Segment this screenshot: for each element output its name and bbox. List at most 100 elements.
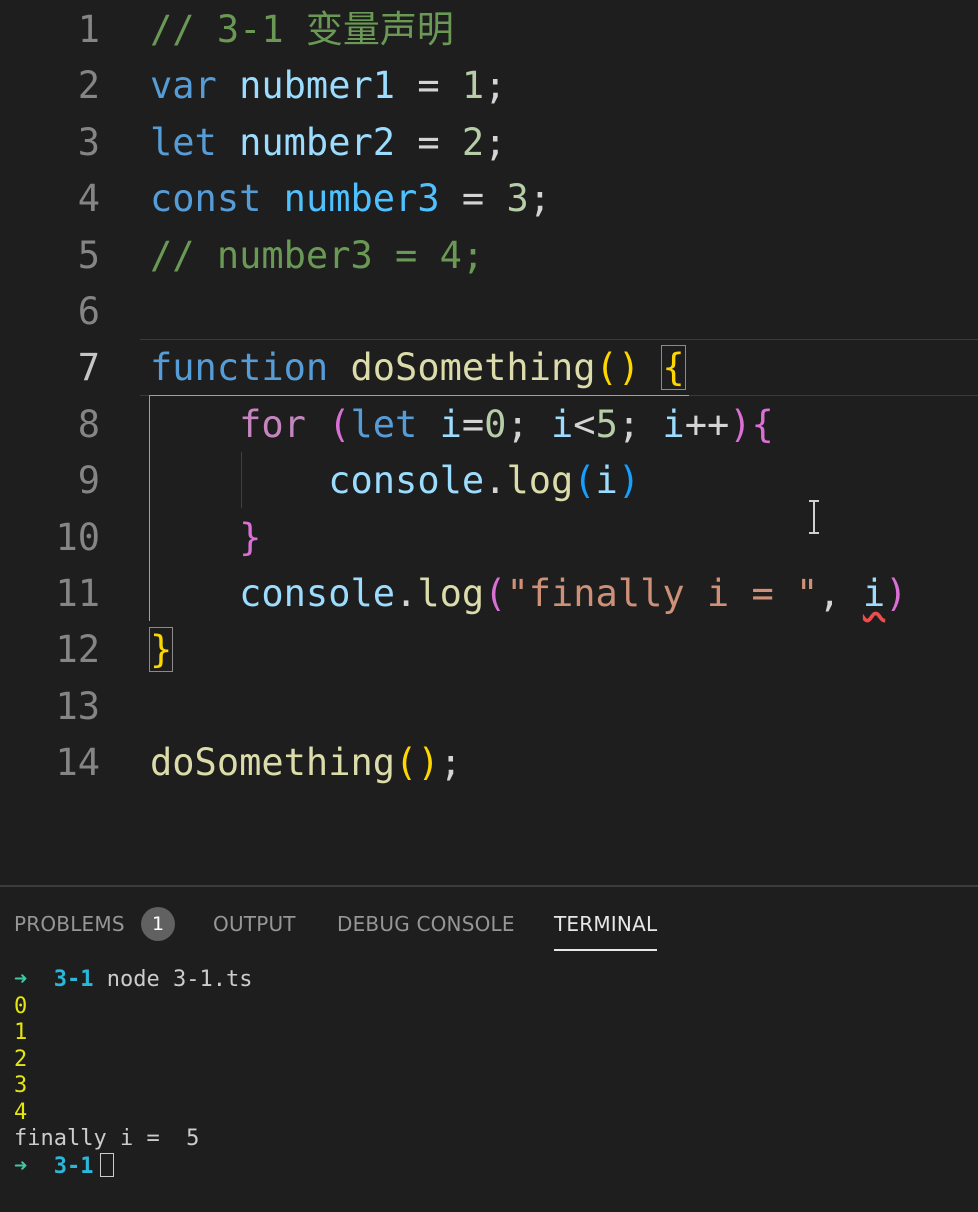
code-editor[interactable]: 1// 3-1 变量声明 2 var nubmer1 = 1; 3 let number… (0, 0, 978, 885)
code-token: ; (484, 64, 507, 108)
code-line[interactable]: 2 var nubmer1 = 1; (0, 58, 978, 114)
line-number: 1 (77, 8, 100, 51)
code-token: } (239, 515, 262, 559)
text-cursor-icon (809, 500, 819, 534)
code-token: var (150, 64, 217, 108)
code-token: nubmer1 (239, 64, 396, 108)
terminal-output-line: 1 (14, 1020, 28, 1045)
code-token: number3 (283, 177, 440, 221)
code-line[interactable]: 3 let number2 = 2; (0, 115, 978, 171)
code-token: ; (617, 402, 663, 446)
code-token: 1 (461, 64, 485, 108)
code-token: // 3-1 变量声明 (150, 8, 454, 51)
prompt-directory: 3-1 (53, 967, 94, 992)
line-number: 14 (55, 741, 100, 785)
code-line[interactable]: 12} (0, 622, 978, 678)
line-number: 11 (55, 572, 100, 615)
code-token: doSomething (150, 741, 396, 785)
code-text[interactable]: } (148, 622, 174, 678)
code-text[interactable]: // 3-1 变量声明 (150, 2, 454, 58)
tab-output[interactable]: OUTPUT (213, 909, 296, 949)
code-token: for (239, 402, 306, 446)
code-token: = (439, 177, 507, 221)
code-line[interactable]: 4 const number3 = 3; (0, 171, 978, 227)
terminal-cursor (99, 1152, 114, 1177)
code-line[interactable]: 10 } (0, 510, 978, 566)
bottom-panel: PROBLEMS 1 OUTPUT DEBUG CONSOLE TERMINAL… (0, 885, 978, 1212)
code-token: ) (885, 572, 908, 615)
tab-problems[interactable]: PROBLEMS (14, 909, 125, 949)
tab-debug-console[interactable]: DEBUG CONSOLE (337, 909, 515, 949)
code-token: console (239, 572, 396, 615)
code-token: number2 (239, 120, 396, 164)
code-line[interactable]: 5 // number3 = 4; (0, 228, 978, 284)
code-token: i (662, 402, 685, 446)
code-token: ; (528, 177, 551, 221)
terminal-output-line: 2 (14, 1046, 28, 1072)
code-text[interactable]: // number3 = 4; (150, 228, 484, 284)
code-line[interactable]: 11 console.log("finally i = ", i) (0, 566, 978, 622)
code-line[interactable]: 13 (0, 679, 978, 735)
code-text[interactable]: for (let i=0; i<5; i++){ (150, 397, 774, 453)
tab-terminal[interactable]: TERMINAL (554, 909, 658, 951)
code-text[interactable]: console.log("finally i = ", i) (150, 566, 907, 622)
code-token: i (439, 402, 462, 446)
code-token: = (461, 402, 485, 446)
terminal-output-line: 4 (14, 1099, 28, 1125)
code-token: ( (484, 572, 507, 615)
code-token: = (395, 64, 462, 108)
code-token: < (573, 402, 596, 446)
code-token: log (506, 459, 574, 503)
code-text[interactable]: let number2 = 2; (150, 115, 506, 171)
terminal-command-line: ➜ 3-1 node 3-1.ts (14, 967, 252, 994)
code-line[interactable]: 8 for (let i=0; i<5; i++){ (0, 397, 978, 453)
terminal-command: node 3-1.ts (106, 967, 253, 992)
code-line[interactable]: 1 // 3-1 变量声明 (0, 2, 978, 58)
code-token: ( (573, 459, 596, 503)
line-number: 5 (77, 233, 100, 277)
code-token: 2 (461, 120, 485, 164)
prompt-arrow-icon: ➜ (14, 967, 28, 992)
code-text[interactable]: doSomething(); (150, 735, 462, 791)
code-token: ( (328, 402, 351, 446)
line-number: 4 (77, 177, 100, 221)
code-line[interactable]: 14 doSomething(); (0, 735, 978, 791)
terminal-output-line: 0 (14, 993, 28, 1019)
code-token: let (350, 402, 418, 446)
code-token: { (751, 402, 774, 446)
code-token: log (417, 572, 485, 615)
panel-tabs: PROBLEMS 1 OUTPUT DEBUG CONSOLE TERMINAL (0, 887, 978, 957)
code-line[interactable]: 6 (0, 284, 978, 340)
code-token: 5 (595, 402, 618, 446)
code-token: const (150, 177, 262, 221)
terminal-output[interactable]: ➜ 3-1 node 3-1.ts 0 1 2 3 4 finally i = … (14, 967, 252, 1179)
code-text[interactable]: } (150, 510, 261, 566)
prompt-directory: 3-1 (53, 1153, 94, 1179)
terminal-final-line: finally i = 5 (14, 1126, 200, 1151)
code-token: ; (484, 120, 507, 164)
code-token: // number3 = 4; (150, 233, 485, 277)
code-line[interactable]: 7 function doSomething() { (0, 340, 978, 396)
line-number: 3 (77, 120, 100, 164)
code-text[interactable]: function doSomething() { (150, 340, 686, 396)
code-token: ; (506, 402, 552, 446)
code-token: = (395, 120, 462, 164)
code-token: function (150, 346, 329, 390)
code-token: ++ (684, 402, 730, 446)
line-number: 6 (77, 290, 100, 333)
code-line[interactable]: 9 console.log(i) (0, 453, 978, 509)
code-text[interactable]: console.log(i) (150, 453, 640, 509)
code-token: ) (729, 402, 752, 446)
code-token: i (862, 572, 886, 615)
code-text[interactable]: const number3 = 3; (150, 171, 551, 227)
line-number: 12 (55, 628, 100, 672)
code-text[interactable]: var nubmer1 = 1; (150, 58, 506, 114)
